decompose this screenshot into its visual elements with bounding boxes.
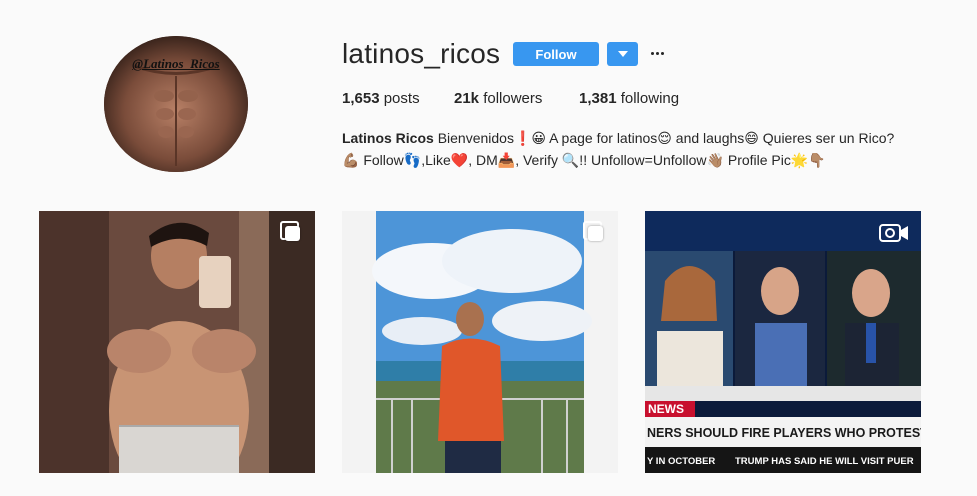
posts-label: posts [383,90,420,107]
post-thumbnail[interactable]: NEWS NERS SHOULD FIRE PLAYERS WHO PROTES… [645,211,921,473]
news-headline: NERS SHOULD FIRE PLAYERS WHO PROTEST NAT… [647,426,921,440]
post-image [342,211,618,473]
news-tag: NEWS [648,402,684,416]
post-thumbnail[interactable] [39,211,315,473]
suggestions-dropdown-button[interactable] [607,42,638,66]
bio-text-2: 💪🏽 Follow👣,Like❤️, DM📥, Verify 🔍!! Unfol… [342,152,826,168]
following-count: 1,381 [579,90,617,107]
profile-display-name: Latinos Ricos [342,130,434,146]
bio-line-1: Latinos Ricos Bienvenidos❗😀 A page for l… [342,127,942,149]
follow-button[interactable]: Follow [513,42,599,66]
followers-stat[interactable]: 21k followers [454,90,542,107]
followers-label: followers [483,90,543,107]
post-thumbnail[interactable] [342,211,618,473]
profile-username: latinos_ricos [342,38,501,69]
chevron-down-icon [617,51,628,57]
profile-bio: Latinos Ricos Bienvenidos❗😀 A page for l… [342,127,942,171]
post-video-frame: NEWS NERS SHOULD FIRE PLAYERS WHO PROTES… [645,211,921,473]
posts-stat: 1,653 posts [342,90,420,107]
avatar-watermark: @Latinos_Ricos [132,56,220,71]
post-image [39,211,315,473]
profile-avatar[interactable]: @Latinos_Ricos [104,36,248,172]
carousel-icon [583,221,605,243]
news-ticker: Y IN OCTOBER [647,456,715,467]
following-label: following [620,90,680,107]
more-options-icon[interactable] [648,44,666,62]
following-stat[interactable]: 1,381 following [579,90,679,107]
posts-count: 1,653 [342,90,380,107]
news-ticker-2: TRUMP HAS SAID HE WILL VISIT PUER [735,456,914,467]
carousel-icon [280,221,302,243]
video-icon [879,224,908,242]
followers-count: 21k [454,90,480,107]
bio-text-1: Bienvenidos❗😀 A page for latinos😌 and la… [437,130,895,146]
